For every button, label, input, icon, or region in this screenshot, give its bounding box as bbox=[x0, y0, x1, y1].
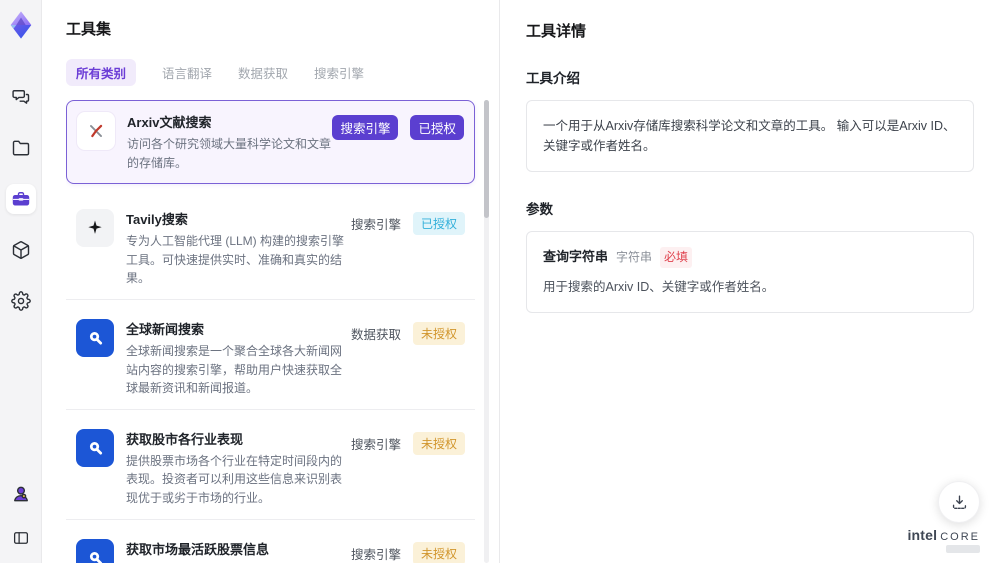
status-badge: 已授权 bbox=[410, 115, 464, 140]
tool-detail-panel: 工具详情 工具介绍 一个用于从Arxiv存储库搜索科学论文和文章的工具。 输入可… bbox=[499, 0, 1000, 563]
param-type: 字符串 bbox=[616, 250, 653, 264]
tool-description: 提供股票市场各个行业在特定时间段内的表现。投资者可以利用这些信息来识别表现优于或… bbox=[126, 453, 343, 505]
tool-card-tavily[interactable]: Tavily搜索 专为人工智能代理 (LLM) 构建的搜索引擎工具。可快速提供实… bbox=[66, 198, 475, 300]
status-badge: 未授权 bbox=[412, 541, 465, 563]
logo-subtext-bar bbox=[946, 545, 980, 553]
params-heading: 参数 bbox=[526, 202, 553, 217]
stock-search-icon bbox=[76, 428, 114, 467]
intro-heading: 工具介绍 bbox=[526, 71, 580, 86]
tool-list: Arxiv文献搜索 访问各个研究领域大量科学论文和文章的存储库。 搜索引擎 已授… bbox=[66, 100, 499, 563]
collapse-sidebar-button[interactable] bbox=[6, 523, 36, 553]
stock-search-icon bbox=[76, 538, 114, 563]
tool-name: 获取股市各行业表现 bbox=[126, 431, 244, 447]
tool-intro-box: 一个用于从Arxiv存储库搜索科学论文和文章的工具。 输入可以是Arxiv ID… bbox=[526, 100, 974, 172]
param-box: 查询字符串 字符串 必填 用于搜索的Arxiv ID、关键字或作者姓名。 bbox=[526, 231, 974, 314]
sidebar bbox=[0, 0, 42, 563]
tool-card-arxiv[interactable]: Arxiv文献搜索 访问各个研究领域大量科学论文和文章的存储库。 搜索引擎 已授… bbox=[66, 100, 475, 185]
list-scrollbar[interactable] bbox=[484, 100, 489, 563]
category-label: 搜索引擎 bbox=[350, 218, 401, 233]
sidebar-item-settings[interactable] bbox=[6, 286, 36, 316]
toolbox-icon bbox=[12, 192, 29, 206]
tab-language-translation[interactable]: 语言翻译 bbox=[162, 63, 212, 82]
sidebar-nav bbox=[5, 82, 36, 316]
tool-description: 访问各个研究领域大量科学论文和文章的存储库。 bbox=[127, 137, 332, 170]
tavily-star-icon bbox=[76, 209, 114, 248]
tool-name: Arxiv文献搜索 bbox=[127, 115, 212, 130]
category-tabs: 所有类别 语言翻译 数据获取 搜索引擎 bbox=[66, 59, 499, 86]
tool-card-sector-performance[interactable]: 获取股市各行业表现 提供股票市场各个行业在特定时间段内的表现。投资者可以利用这些… bbox=[66, 417, 475, 520]
category-badge: 搜索引擎 bbox=[332, 115, 399, 140]
panel-toggle-icon bbox=[13, 532, 28, 544]
param-name: 查询字符串 bbox=[543, 249, 609, 265]
tool-card-global-news[interactable]: 全球新闻搜索 全球新闻搜索是一个聚合全球各大新闻网站内容的搜索引擎，帮助用户快速… bbox=[66, 307, 475, 410]
intel-wordmark: intel bbox=[907, 527, 938, 543]
tool-card-most-active-stocks[interactable]: 获取市场最活跃股票信息 提供当天交易量最高的股票列表，投资者可以利用这些信息来识… bbox=[66, 527, 475, 563]
tab-data-fetch[interactable]: 数据获取 bbox=[238, 63, 288, 82]
status-badge: 未授权 bbox=[412, 431, 465, 455]
avatar-icon bbox=[13, 486, 28, 502]
download-button[interactable] bbox=[938, 481, 980, 523]
user-avatar[interactable] bbox=[6, 479, 36, 509]
tool-name: Tavily搜索 bbox=[126, 212, 188, 228]
category-label: 搜索引擎 bbox=[350, 547, 401, 562]
tool-name: 获取市场最活跃股票信息 bbox=[126, 541, 270, 557]
core-wordmark: CORE bbox=[940, 531, 980, 543]
arxiv-logo-icon bbox=[77, 112, 115, 150]
tool-list-panel: 工具集 所有类别 语言翻译 数据获取 搜索引擎 Arxiv文献搜索 访问各个研究… bbox=[42, 0, 499, 563]
param-description: 用于搜索的Arxiv ID、关键字或作者姓名。 bbox=[543, 280, 775, 295]
intel-core-logo: intel CORE bbox=[907, 527, 980, 553]
tool-description: 全球新闻搜索是一个聚合全球各大新闻网站内容的搜索引擎，帮助用户快速获取全球最新资… bbox=[126, 343, 343, 396]
download-icon bbox=[952, 494, 966, 509]
tab-search-engine[interactable]: 搜索引擎 bbox=[314, 63, 364, 82]
sidebar-item-files[interactable] bbox=[6, 133, 36, 163]
folder-icon bbox=[12, 140, 29, 156]
page-title: 工具集 bbox=[66, 21, 112, 38]
app-logo-icon bbox=[6, 10, 36, 40]
chat-icon bbox=[11, 90, 29, 104]
sidebar-item-models[interactable] bbox=[6, 235, 36, 265]
detail-title: 工具详情 bbox=[526, 23, 587, 40]
status-badge: 已授权 bbox=[412, 212, 465, 236]
status-badge: 未授权 bbox=[412, 321, 465, 345]
gear-icon bbox=[10, 291, 31, 311]
scrollbar-thumb[interactable] bbox=[484, 100, 489, 218]
news-search-icon bbox=[76, 318, 114, 357]
cube-icon bbox=[12, 241, 29, 260]
tab-all-categories[interactable]: 所有类别 bbox=[66, 59, 137, 86]
category-label: 搜索引擎 bbox=[350, 437, 401, 452]
tool-name: 全球新闻搜索 bbox=[126, 321, 205, 337]
sidebar-item-chat[interactable] bbox=[6, 82, 36, 112]
sidebar-item-tools[interactable] bbox=[5, 184, 36, 214]
category-label: 数据获取 bbox=[350, 327, 401, 342]
tool-description: 专为人工智能代理 (LLM) 构建的搜索引擎工具。可快速提供实时、准确和真实的结… bbox=[126, 234, 345, 286]
param-required-badge: 必填 bbox=[660, 247, 693, 269]
